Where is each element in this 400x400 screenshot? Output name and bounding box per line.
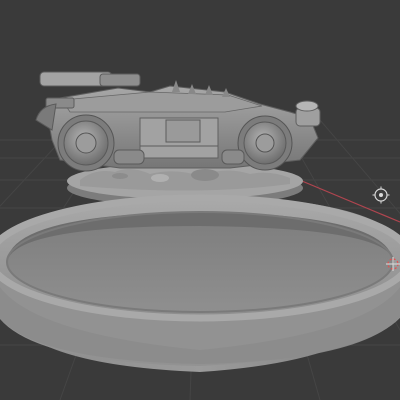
viewport-canvas[interactable] xyxy=(0,0,400,400)
large-base-ring xyxy=(0,194,400,372)
vehicle-model xyxy=(35,71,321,172)
rear-wheel xyxy=(237,115,293,171)
view-rotate-gizmo-icon[interactable] xyxy=(372,186,390,204)
front-wheel xyxy=(57,114,115,172)
3d-viewport[interactable] xyxy=(0,0,400,400)
3d-cursor-icon xyxy=(386,257,400,271)
